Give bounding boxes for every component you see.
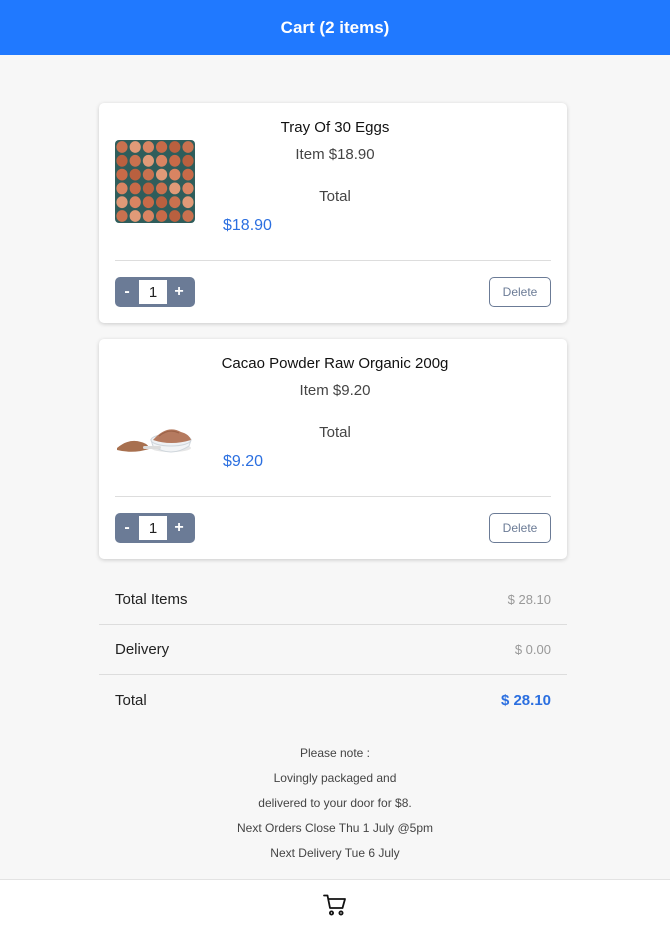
increment-button[interactable]: +	[167, 277, 191, 307]
item-total-value: $9.20	[223, 453, 264, 470]
item-total-label: Total	[319, 188, 351, 205]
product-name: Cacao Powder Raw Organic 200g	[221, 355, 449, 372]
decrement-button[interactable]: -	[115, 513, 139, 543]
cart-item-card: Cacao Powder Raw Organic 200g Item $9.20…	[99, 339, 567, 559]
summary-row-total: Total $ 28.10	[99, 675, 567, 725]
card-divider	[115, 496, 551, 497]
delivery-notes: Please note : Lovingly packaged and deli…	[0, 741, 670, 866]
bottom-nav	[0, 879, 670, 935]
summary-value: $ 28.10	[507, 592, 551, 607]
delete-button[interactable]: Delete	[489, 277, 551, 307]
quantity-value[interactable]: 1	[139, 516, 167, 540]
decrement-button[interactable]: -	[115, 277, 139, 307]
item-total-label: Total	[319, 424, 351, 441]
note-line: Next Orders Close Thu 1 July @5pm	[236, 821, 434, 835]
cart-icon[interactable]	[323, 894, 347, 921]
quantity-stepper: - 1 +	[115, 277, 195, 307]
note-line: Please note :	[299, 746, 371, 760]
header-bar: Cart (2 items)	[0, 0, 670, 55]
summary-row-total-items: Total Items $ 28.10	[99, 575, 567, 625]
product-name: Tray Of 30 Eggs	[280, 119, 390, 136]
summary-label: Total	[115, 691, 147, 709]
note-line: delivered to your door for $8.	[258, 796, 412, 810]
page-title: Cart (2 items)	[280, 17, 390, 37]
cacao-powder-image	[115, 376, 195, 459]
item-total-value: $18.90	[223, 217, 272, 234]
summary-row-delivery: Delivery $ 0.00	[99, 625, 567, 675]
delete-button[interactable]: Delete	[489, 513, 551, 543]
note-line: Lovingly packaged and	[273, 771, 397, 785]
summary-label: Delivery	[115, 641, 170, 658]
grand-total-value: $ 28.10	[500, 691, 551, 709]
item-price: Item $18.90	[295, 146, 375, 163]
quantity-value[interactable]: 1	[139, 280, 167, 304]
item-price: Item $9.20	[299, 382, 371, 399]
cart-item-card: Tray Of 30 Eggs Item $18.90 Total $18.90…	[99, 103, 567, 323]
summary-label: Total Items	[115, 591, 188, 608]
quantity-stepper: - 1 +	[115, 513, 195, 543]
summary-value: $ 0.00	[514, 642, 551, 657]
note-line: Next Delivery Tue 6 July	[270, 846, 400, 860]
card-divider	[115, 260, 551, 261]
eggs-tray-image	[115, 140, 195, 223]
increment-button[interactable]: +	[167, 513, 191, 543]
